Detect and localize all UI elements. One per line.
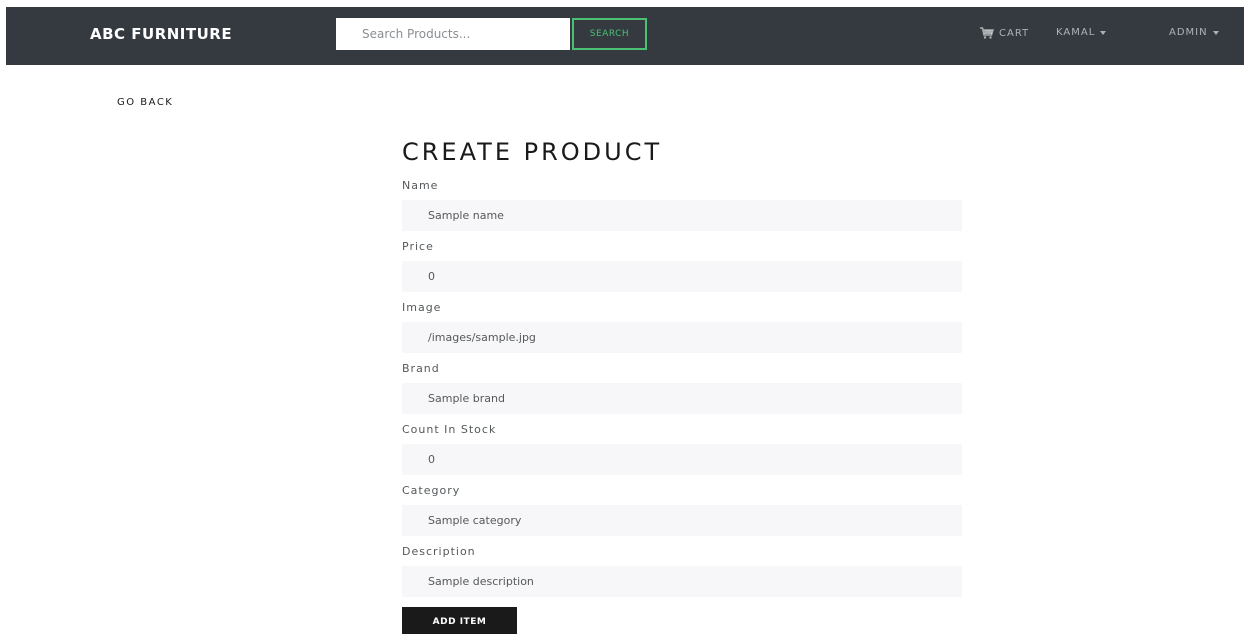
page-title: CREATE PRODUCT [402, 138, 663, 166]
name-field[interactable] [402, 200, 962, 231]
navbar: ABC FURNITURE SEARCH CART KAMAL ADMIN [6, 7, 1244, 65]
search-button[interactable]: SEARCH [572, 18, 647, 50]
brand-field[interactable] [402, 383, 962, 414]
admin-menu-label: ADMIN [1169, 27, 1208, 38]
price-field[interactable] [402, 261, 962, 292]
user-menu-label: KAMAL [1056, 27, 1096, 38]
add-item-button[interactable]: ADD ITEM [402, 607, 517, 634]
description-field[interactable] [402, 566, 962, 597]
brand-logo[interactable]: ABC FURNITURE [90, 25, 232, 43]
create-product-form: CREATE PRODUCT Name Price Image Brand Co… [402, 138, 962, 634]
user-menu[interactable]: KAMAL [1056, 27, 1107, 38]
caret-down-icon [1100, 30, 1107, 35]
count-in-stock-field[interactable] [402, 444, 962, 475]
cart-link[interactable]: CART [980, 27, 1029, 39]
description-label: Description [402, 545, 476, 558]
admin-menu[interactable]: ADMIN [1169, 27, 1219, 38]
brand-label: Brand [402, 362, 440, 375]
caret-down-icon [1212, 30, 1219, 35]
search-input[interactable] [336, 18, 570, 50]
category-label: Category [402, 484, 461, 497]
shopping-cart-icon [980, 27, 994, 39]
image-label: Image [402, 301, 442, 314]
top-strip [0, 0, 1244, 7]
cart-label: CART [999, 27, 1030, 39]
name-label: Name [402, 179, 439, 192]
price-label: Price [402, 240, 434, 253]
go-back-link[interactable]: GO BACK [117, 97, 173, 108]
category-field[interactable] [402, 505, 962, 536]
image-field[interactable] [402, 322, 962, 353]
count-in-stock-label: Count In Stock [402, 423, 497, 436]
